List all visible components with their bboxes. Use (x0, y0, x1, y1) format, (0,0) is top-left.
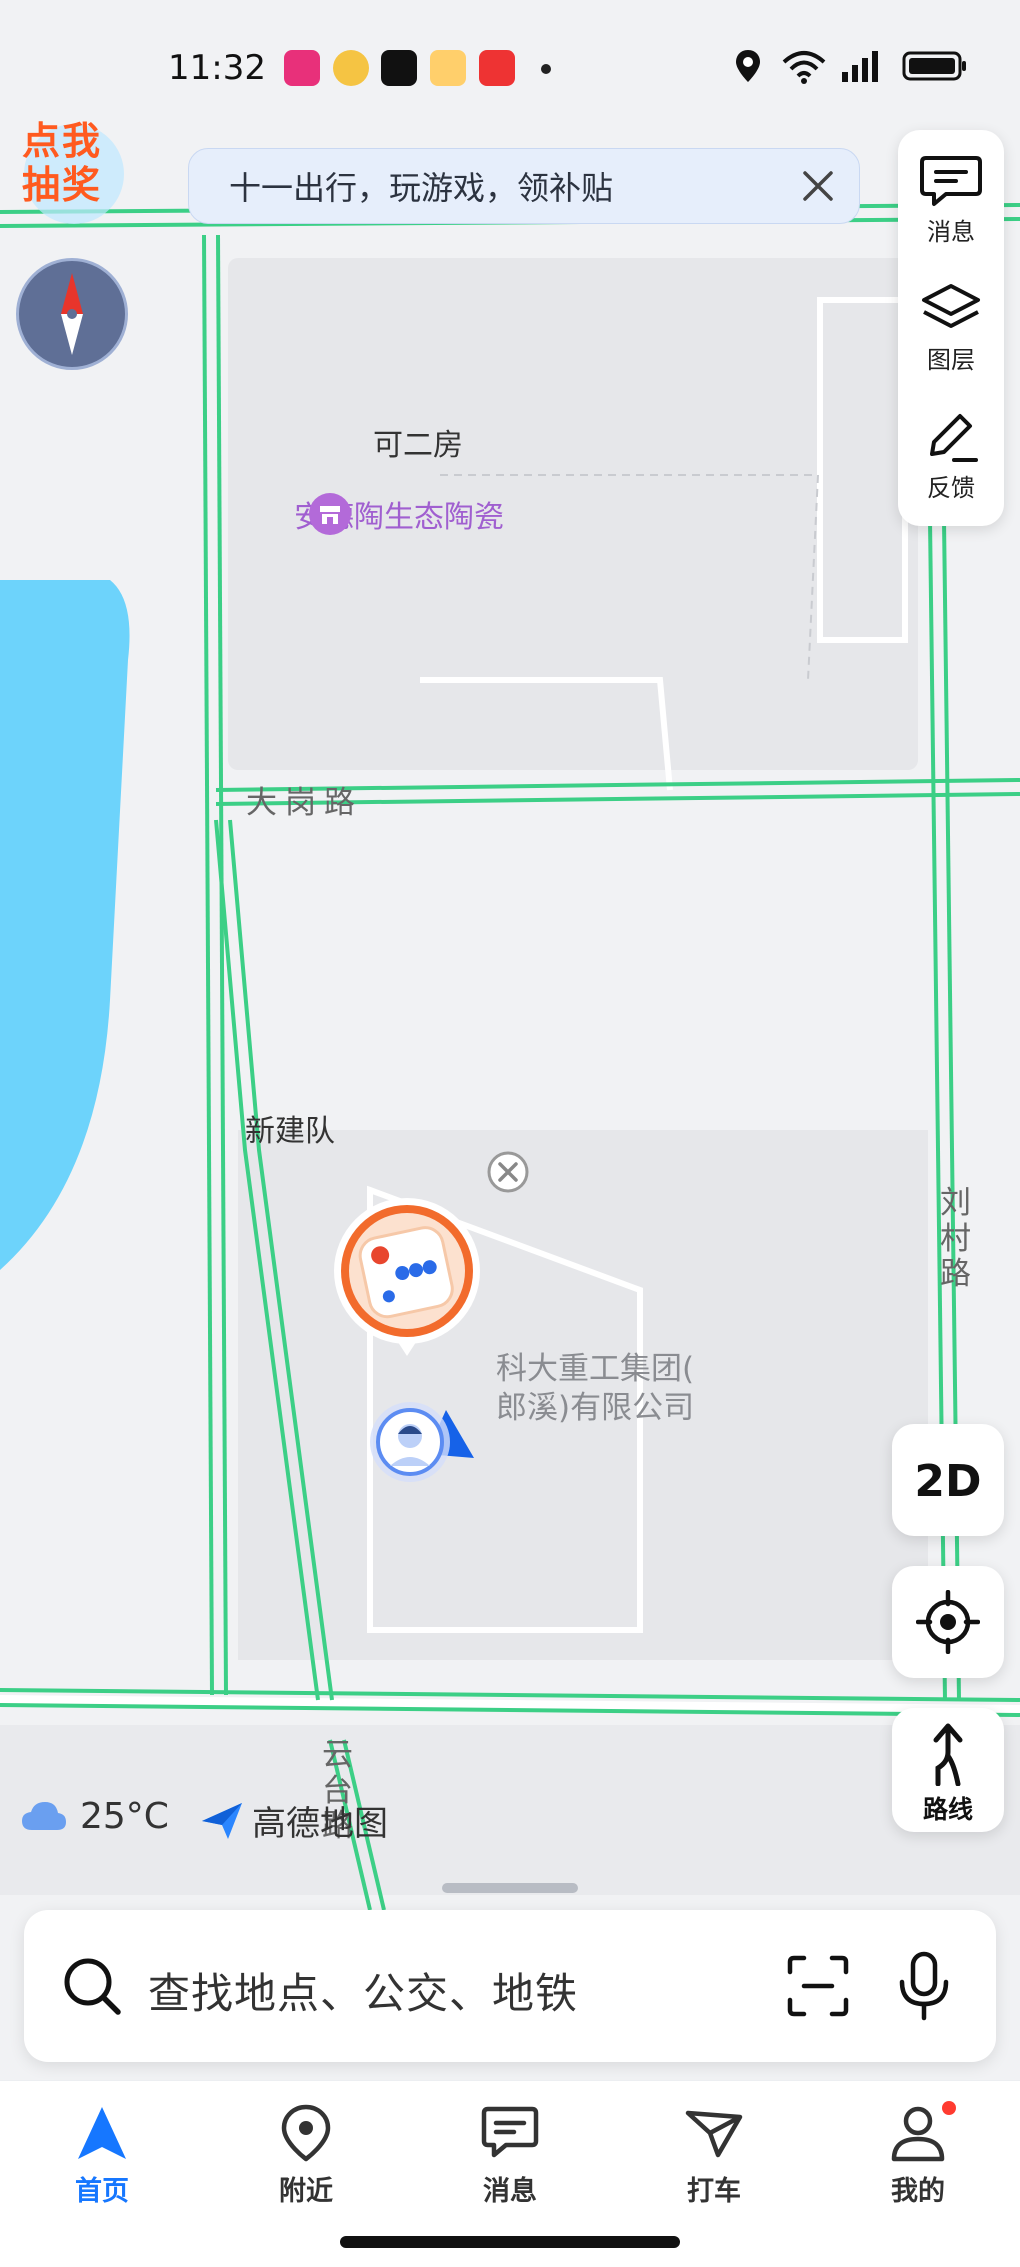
nav-nearby[interactable]: 附近 (236, 2103, 376, 2213)
poi-company-line1: 科大重工集团( (496, 1351, 695, 1387)
2d-mode-label: 2D (914, 1456, 982, 1507)
battery-icon (902, 51, 966, 81)
nav-label-nearby: 附近 (279, 2176, 333, 2207)
weather-temperature: 25°C (80, 1796, 169, 1837)
panel-item-feedback[interactable]: 反馈 (898, 394, 1004, 514)
nav-label-home: 首页 (75, 2176, 129, 2207)
app-notification-icon (284, 50, 320, 86)
promo-banner[interactable]: 十一出行，玩游戏，领补贴 (188, 148, 860, 224)
more-notifications-dot (541, 64, 551, 74)
route-label: 路线 (922, 1795, 973, 1824)
home-indicator[interactable] (340, 2236, 680, 2248)
home-icon (78, 2107, 126, 2159)
scan-icon[interactable] (786, 1954, 850, 2018)
message-icon (920, 156, 982, 206)
lottery-line1: 点我 (22, 119, 103, 163)
wifi-icon (782, 51, 826, 84)
panel-label-layers: 图层 (927, 346, 975, 374)
poi-close-icon[interactable] (486, 1150, 530, 1194)
nav-label-profile: 我的 (891, 2176, 945, 2207)
amap-brand: 高德地图 (200, 1796, 388, 1845)
signal-icon (842, 51, 878, 82)
location-pin-icon (281, 2104, 331, 2162)
route-button[interactable]: 路线 (892, 1708, 1004, 1832)
nav-home[interactable]: 首页 (32, 2103, 172, 2213)
amap-logo-icon (202, 1802, 242, 1839)
nav-messages[interactable]: 消息 (440, 2103, 580, 2213)
poi-company[interactable]: 科大重工集团( 郎溪)有限公司 (496, 1350, 694, 1428)
compass-icon (61, 273, 83, 355)
road-label-dagang: 大岗路 (246, 785, 363, 821)
weather-widget[interactable]: 25°C (20, 1796, 169, 1837)
status-indicators (734, 48, 968, 84)
nav-label-taxi: 打车 (687, 2176, 741, 2207)
message-icon (481, 2106, 539, 2158)
map-label-village2: 新建队 (245, 1114, 335, 1149)
poi-company-line2: 郎溪)有限公司 (496, 1389, 695, 1426)
road-label-liucun: 刘村路 (940, 1185, 971, 1293)
tiktok-icon (381, 50, 417, 86)
compass-button[interactable] (16, 258, 128, 370)
search-bar[interactable]: 查找地点、公交、地铁 (24, 1910, 996, 2062)
taxi-icon (685, 2110, 743, 2158)
lottery-badge[interactable]: 点我 抽奖 (18, 118, 130, 230)
close-icon[interactable] (799, 167, 837, 205)
amap-brand-name: 高德地图 (252, 1804, 388, 1844)
promo-banner-text: 十一出行，玩游戏，领补贴 (229, 169, 614, 207)
route-icon (933, 1723, 963, 1787)
locate-button[interactable] (892, 1566, 1004, 1678)
panel-item-layers[interactable]: 图层 (898, 266, 1004, 386)
feedback-icon (930, 414, 978, 462)
search-input[interactable]: 查找地点、公交、地铁 (148, 1960, 578, 2021)
status-bar: 11:32 (0, 0, 1020, 130)
status-time: 11:32 (168, 48, 266, 88)
layers-icon (922, 284, 980, 328)
lottery-line2: 抽奖 (22, 162, 103, 207)
panel-item-messages[interactable]: 消息 (898, 138, 1004, 258)
user-icon (891, 2106, 945, 2162)
search-icon (64, 1958, 121, 2015)
shop-icon (309, 493, 351, 535)
2d-mode-button[interactable]: 2D (892, 1424, 1004, 1536)
panel-label-feedback: 反馈 (927, 474, 975, 502)
cloud-icon (22, 1801, 66, 1830)
locate-icon (915, 1589, 981, 1655)
weibo-icon (333, 50, 369, 86)
panel-label-messages: 消息 (927, 218, 975, 246)
map-label-village: 可二房 (373, 428, 463, 463)
location-icon (736, 50, 760, 82)
game-icon (430, 50, 466, 86)
app-notification-icon-2 (479, 50, 515, 86)
lottery-badge-text: 点我 抽奖 (22, 119, 103, 207)
notification-dot (942, 2101, 956, 2115)
nav-label-messages: 消息 (483, 2176, 537, 2207)
microphone-icon[interactable] (896, 1950, 952, 2022)
drag-handle[interactable] (442, 1883, 578, 1893)
dice-game-marker[interactable] (332, 1196, 482, 1362)
nav-taxi[interactable]: 打车 (644, 2103, 784, 2213)
nav-profile[interactable]: 我的 (848, 2101, 988, 2213)
user-location-marker[interactable] (364, 1392, 484, 1492)
poi-ceramics[interactable]: 安德陶生态陶瓷 (294, 492, 504, 536)
map-tools-panel: 消息 图层 反馈 (898, 130, 1004, 526)
